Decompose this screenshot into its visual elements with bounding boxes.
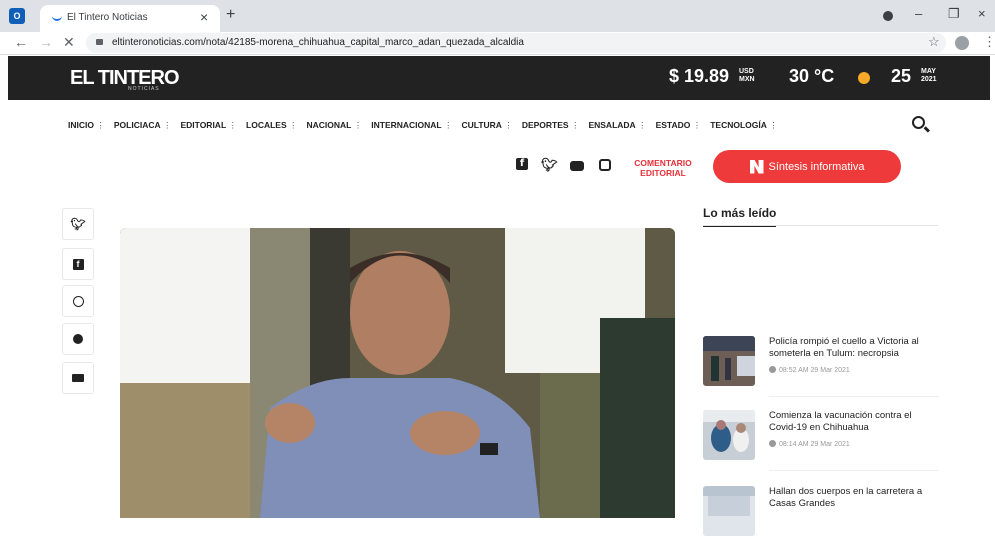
share-facebook-button[interactable]: f <box>62 248 94 280</box>
news-title[interactable]: Hallan dos cuerpos en la carretera a Cas… <box>769 486 939 510</box>
menu-item-locales[interactable]: LOCALES <box>246 120 298 131</box>
most-read-divider <box>703 225 938 226</box>
browser-tabstrip: O El Tintero Noticias × + – ❐ × <box>0 0 995 32</box>
exchange-rate: $ 19.89 <box>669 66 730 86</box>
sintesis-label: Síntesis informativa <box>768 160 865 173</box>
share-email-button[interactable] <box>62 362 94 394</box>
news-thumbnail[interactable] <box>703 486 755 536</box>
youtube-icon[interactable] <box>570 161 584 171</box>
address-bar[interactable]: eltinteronoticias.com/nota/42185-morena_… <box>86 33 946 53</box>
browser-toolbar: ← → ✕ eltinteronoticias.com/nota/42185-m… <box>0 32 995 55</box>
menu-item-policiaca[interactable]: POLICIACA <box>114 120 172 131</box>
messenger-icon <box>73 334 83 344</box>
outlook-app-icon[interactable]: O <box>9 8 25 24</box>
twitter-icon[interactable]: 🐦︎ <box>541 158 558 173</box>
profile-icon[interactable] <box>955 36 969 50</box>
news-divider <box>769 470 939 471</box>
news-thumbnail[interactable] <box>703 410 755 460</box>
close-window-button[interactable]: × <box>978 6 986 21</box>
site-logo[interactable]: EL TINTERO <box>70 67 180 90</box>
whatsapp-icon <box>72 295 84 307</box>
menu-item-internacional[interactable]: INTERNACIONAL <box>371 120 452 131</box>
email-icon <box>72 374 84 382</box>
main-menu: INICIO POLICIACA EDITORIAL LOCALES NACIO… <box>68 120 787 131</box>
search-icon[interactable] <box>912 116 925 129</box>
sintesis-logo-icon <box>749 159 764 174</box>
browser-tab[interactable]: El Tintero Noticias × <box>40 5 220 32</box>
news-time: 08:52 AM 29 Mar 2021 <box>769 366 850 374</box>
site-header: EL TINTERO NOTICIAS $ 19.89 USD MXN 30 °C… <box>8 56 990 100</box>
sun-icon <box>858 72 870 84</box>
temperature: 30 °C <box>789 66 835 86</box>
loading-icon <box>52 15 62 21</box>
menu-item-cultura[interactable]: CULTURA <box>461 120 512 131</box>
video-frame-image <box>120 228 675 518</box>
menu-item-inicio[interactable]: INICIO <box>68 120 105 131</box>
most-read-heading: Lo más leído <box>703 206 777 227</box>
news-title[interactable]: Comienza la vacunación contra el Covid-1… <box>769 410 939 434</box>
article-video[interactable] <box>120 228 675 518</box>
exchange-unit: USD MXN <box>739 68 755 83</box>
comentario-editorial-link[interactable]: COMENTARIO EDITORIAL <box>630 158 696 178</box>
share-twitter-button[interactable]: 🐦︎ <box>62 208 94 240</box>
share-messenger-button[interactable] <box>62 323 94 355</box>
new-tab-button[interactable]: + <box>226 6 235 24</box>
menu-item-tecnologia[interactable]: TECNOLOGÍA <box>710 120 778 131</box>
back-icon[interactable]: ← <box>14 34 28 50</box>
date-day: 25 <box>891 66 912 86</box>
minimize-button[interactable]: – <box>915 6 922 21</box>
tab-title: El Tintero Noticias <box>67 12 148 23</box>
news-thumbnail[interactable] <box>703 336 755 386</box>
bookmark-star-icon[interactable]: ☆ <box>928 34 940 50</box>
site-logo-sub: NOTICIAS <box>128 86 160 92</box>
instagram-icon[interactable] <box>599 159 611 171</box>
menu-item-estado[interactable]: ESTADO <box>656 120 702 131</box>
lock-icon[interactable] <box>96 39 103 45</box>
sintesis-informativa-button[interactable]: Síntesis informativa <box>713 150 901 183</box>
url-text[interactable]: eltinteronoticias.com/nota/42185-morena_… <box>112 37 524 48</box>
news-time: 08:14 AM 29 Mar 2021 <box>769 440 850 448</box>
tab-close-icon[interactable]: × <box>200 9 208 25</box>
facebook-icon: f <box>72 258 84 270</box>
record-icon[interactable] <box>883 11 893 21</box>
forward-icon[interactable]: → <box>39 34 53 50</box>
news-title[interactable]: Policía rompió el cuello a Victoria al s… <box>769 336 939 360</box>
menu-item-ensalada[interactable]: ENSALADA <box>588 120 646 131</box>
share-whatsapp-button[interactable] <box>62 285 94 317</box>
restore-button[interactable]: ❐ <box>948 6 960 22</box>
facebook-icon[interactable]: f <box>516 158 528 170</box>
menu-item-deportes[interactable]: DEPORTES <box>522 120 580 131</box>
browser-menu-icon[interactable]: ⋮ <box>983 34 995 50</box>
menu-item-editorial[interactable]: EDITORIAL <box>180 120 237 131</box>
date-month-year: MAY 2021 <box>921 68 937 83</box>
twitter-icon: 🐦︎ <box>70 217 86 231</box>
stop-loading-icon[interactable]: ✕ <box>63 34 75 51</box>
menu-item-nacional[interactable]: NACIONAL <box>307 120 363 131</box>
news-divider <box>769 396 939 397</box>
